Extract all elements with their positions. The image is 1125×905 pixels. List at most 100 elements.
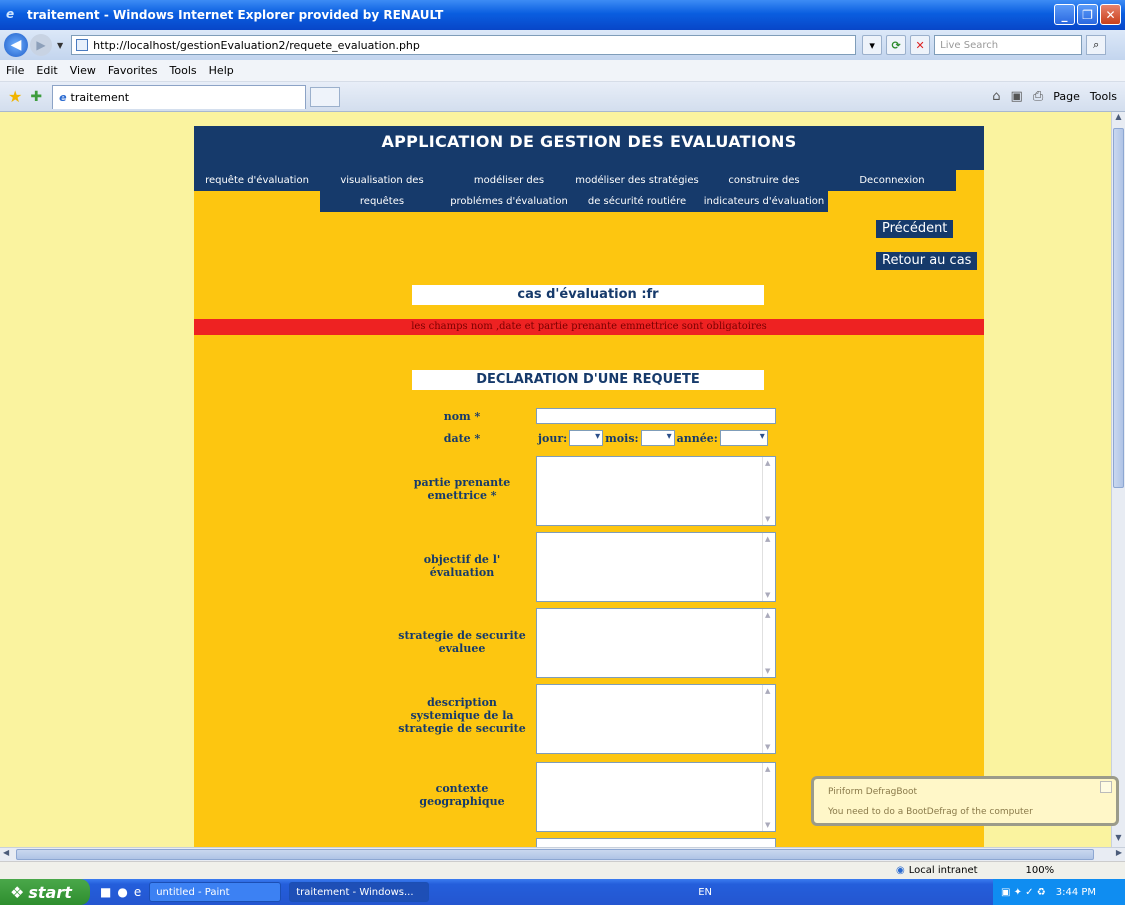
scroll-right-icon[interactable]: ▶ bbox=[1116, 848, 1122, 857]
stop-icon[interactable]: ✕ bbox=[910, 35, 931, 55]
nav-label-2: de sécurité routiére bbox=[587, 196, 687, 207]
task-traitement[interactable]: traitement - Windows... bbox=[289, 882, 430, 902]
windows-logo-icon: ❖ bbox=[10, 882, 25, 902]
strategie-textarea[interactable]: ▲ ▼ bbox=[536, 608, 776, 678]
scroll-up-icon[interactable]: ▲ bbox=[1112, 112, 1125, 126]
retour-cas-button[interactable]: Retour au cas bbox=[876, 252, 978, 270]
language-indicator[interactable]: EN bbox=[698, 887, 712, 898]
label-strategie: strategie de securite evaluee bbox=[392, 629, 532, 655]
task-paint[interactable]: untitled - Paint bbox=[149, 882, 282, 902]
nav-strategies[interactable]: modéliser des stratégies de sécurité rou… bbox=[574, 170, 700, 212]
app-banner: APPLICATION DE GESTION DES EVALUATIONS bbox=[194, 126, 984, 170]
nav-label: modéliser des bbox=[473, 175, 545, 186]
start-button[interactable]: ❖ start bbox=[0, 879, 90, 905]
hscroll-thumb[interactable] bbox=[16, 849, 1094, 860]
contexte-textarea[interactable]: ▲ ▼ bbox=[536, 762, 776, 832]
feeds-icon[interactable]: ▣ bbox=[1011, 89, 1023, 104]
nav-label: visualisation des bbox=[340, 175, 424, 186]
start-label: start bbox=[28, 882, 72, 902]
clock: 3:44 PM bbox=[1055, 886, 1097, 898]
tab-bar: ★ ✚ e traitement ⌂ ▣ ⎙ Page Tools bbox=[0, 82, 1125, 112]
balloon-title: Piriform DefragBoot bbox=[828, 787, 918, 797]
window-title-bar[interactable]: e traitement - Windows Internet Explorer… bbox=[0, 0, 1125, 30]
nav-visualisation[interactable]: visualisation des requêtes bbox=[320, 170, 444, 212]
scroll-thumb[interactable] bbox=[1113, 128, 1124, 488]
close-button[interactable]: ✕ bbox=[1100, 4, 1121, 25]
label-mois: mois: bbox=[605, 431, 639, 445]
horizontal-scrollbar[interactable]: ◀ ▶ bbox=[0, 847, 1125, 861]
tab-traitement[interactable]: e traitement bbox=[52, 84, 307, 109]
annee-select[interactable] bbox=[719, 430, 768, 446]
objectif-textarea[interactable]: ▲ ▼ bbox=[536, 532, 776, 602]
address-dropdown-icon[interactable]: ▾ bbox=[862, 35, 883, 55]
nav-problemes[interactable]: modéliser des problémes d'évaluation bbox=[444, 170, 574, 212]
menu-file[interactable]: File bbox=[0, 64, 30, 77]
print-icon[interactable]: ⎙ bbox=[1033, 89, 1043, 104]
favorites-star-icon[interactable]: ★ bbox=[8, 87, 22, 106]
notification-balloon[interactable]: Piriform DefragBoot You need to do a Boo… bbox=[811, 776, 1119, 826]
nom-input[interactable] bbox=[536, 408, 776, 424]
search-icon[interactable]: ⌕ bbox=[1086, 35, 1107, 55]
next-textarea[interactable] bbox=[536, 838, 776, 847]
security-zone[interactable]: ◉ Local intranet bbox=[896, 865, 978, 876]
new-tab-button[interactable] bbox=[310, 86, 341, 107]
menu-tools[interactable]: Tools bbox=[164, 64, 203, 77]
textarea-scrollbar[interactable]: ▲ ▼ bbox=[762, 533, 775, 601]
back-button[interactable]: ◀ bbox=[4, 33, 28, 57]
label-line: évaluation bbox=[429, 566, 495, 579]
desktop-icon[interactable]: ■ bbox=[100, 885, 111, 899]
label-date: date * bbox=[443, 432, 481, 445]
menu-help[interactable]: Help bbox=[203, 64, 240, 77]
ie-quick-icon[interactable]: e bbox=[134, 885, 141, 899]
label-line: systemique de la bbox=[410, 709, 514, 722]
balloon-close-icon[interactable] bbox=[1100, 781, 1112, 793]
home-icon[interactable]: ⌂ bbox=[992, 89, 1000, 104]
nav-deconnexion[interactable]: Deconnexion bbox=[828, 170, 956, 191]
window-title: traitement - Windows Internet Explorer p… bbox=[27, 8, 444, 22]
partie-prenante-textarea[interactable]: ▲ ▼ bbox=[536, 456, 776, 526]
textarea-scrollbar[interactable]: ▲ ▼ bbox=[762, 685, 775, 753]
label-line: strategie de securite bbox=[398, 629, 526, 642]
maximize-button[interactable]: ❐ bbox=[1077, 4, 1098, 25]
nav-indicateurs[interactable]: construire des indicateurs d'évaluation bbox=[700, 170, 828, 212]
scroll-down-icon[interactable]: ▼ bbox=[1112, 833, 1125, 847]
add-favorites-icon[interactable]: ✚ bbox=[30, 89, 42, 105]
forward-button[interactable]: ▶ bbox=[30, 34, 52, 56]
url-text: http://localhost/gestionEvaluation2/requ… bbox=[93, 38, 420, 52]
intranet-icon: ◉ bbox=[896, 865, 905, 876]
description-textarea[interactable]: ▲ ▼ bbox=[536, 684, 776, 754]
refresh-icon[interactable]: ⟳ bbox=[886, 35, 907, 55]
zoom-level[interactable]: 100% bbox=[1026, 865, 1055, 876]
address-toolbar: ◀ ▶ ▼ http://localhost/gestionEvaluation… bbox=[0, 30, 1125, 60]
label-line: contexte bbox=[435, 782, 489, 795]
media-icon[interactable]: ● bbox=[117, 885, 127, 899]
jour-select[interactable] bbox=[569, 430, 604, 446]
page-menu[interactable]: Page bbox=[1053, 90, 1080, 103]
tray-icons[interactable]: ▣ ✦ ✓ ♻ bbox=[1001, 887, 1046, 898]
textarea-scrollbar[interactable]: ▲ ▼ bbox=[762, 763, 775, 831]
nav-label: requête d'évaluation bbox=[205, 175, 309, 186]
nav-label: modéliser des stratégies bbox=[575, 175, 699, 186]
history-dropdown-icon[interactable]: ▼ bbox=[57, 41, 63, 50]
menu-view[interactable]: View bbox=[64, 64, 102, 77]
label-nom: nom * bbox=[443, 410, 481, 423]
nav-requete[interactable]: requête d'évaluation bbox=[194, 170, 320, 191]
label-line: strategie de securite bbox=[398, 722, 526, 735]
scroll-left-icon[interactable]: ◀ bbox=[3, 848, 9, 857]
search-input[interactable]: Live Search bbox=[934, 35, 1083, 55]
address-input[interactable]: http://localhost/gestionEvaluation2/requ… bbox=[71, 35, 857, 55]
label-annee: année: bbox=[676, 431, 718, 445]
label-line: evaluee bbox=[438, 642, 486, 655]
textarea-scrollbar[interactable]: ▲ ▼ bbox=[762, 609, 775, 677]
menu-favorites[interactable]: Favorites bbox=[102, 64, 164, 77]
vertical-scrollbar[interactable]: ▲ ▼ bbox=[1111, 112, 1125, 847]
date-row: jour: mois: année: bbox=[538, 430, 768, 446]
menu-edit[interactable]: Edit bbox=[30, 64, 63, 77]
mois-select[interactable] bbox=[640, 430, 675, 446]
tools-menu[interactable]: Tools bbox=[1090, 90, 1117, 103]
minimize-button[interactable]: _ bbox=[1054, 4, 1075, 25]
textarea-scrollbar[interactable]: ▲ ▼ bbox=[762, 457, 775, 525]
system-tray: ▣ ✦ ✓ ♻ 3:44 PM bbox=[993, 879, 1125, 905]
precedent-button[interactable]: Précédent bbox=[876, 220, 954, 238]
app-nav: requête d'évaluation visualisation des r… bbox=[194, 170, 984, 212]
